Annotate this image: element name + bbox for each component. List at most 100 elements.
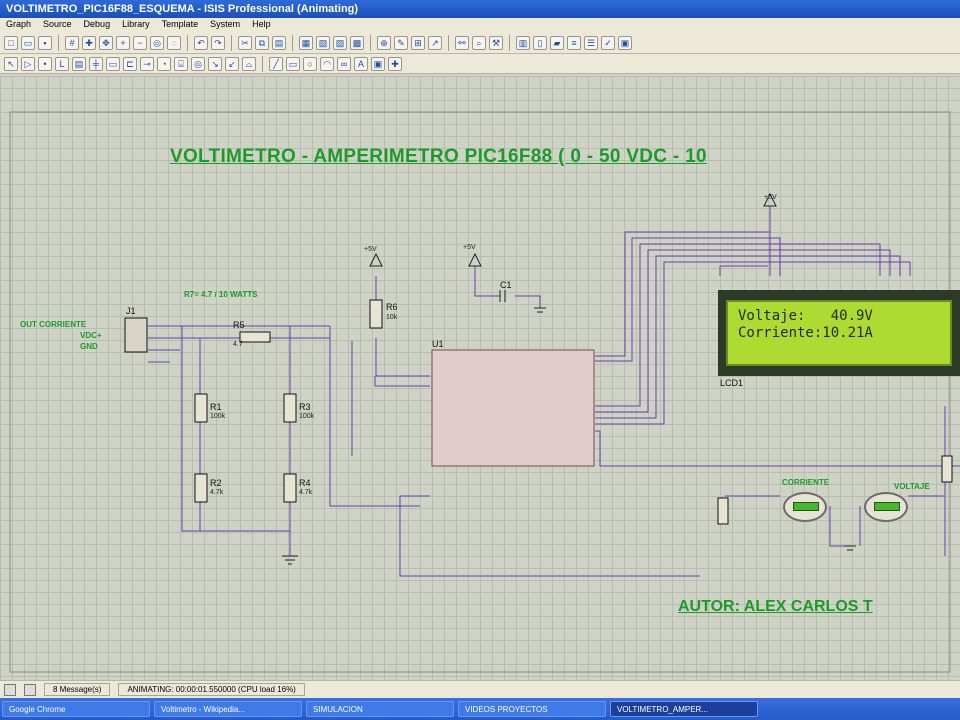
search-icon[interactable]: ⌕ <box>472 35 486 50</box>
generator-mode-icon[interactable]: ◎ <box>191 56 205 71</box>
grid-icon[interactable]: # <box>65 35 79 50</box>
toolbar-separator <box>58 34 59 51</box>
out-current-label: OUT CORRIENTE <box>20 320 87 329</box>
design-explorer-icon[interactable]: ▥ <box>516 35 530 50</box>
vplus-c1: +5V <box>463 244 476 251</box>
packaging-icon[interactable]: ⊞ <box>411 35 425 50</box>
message-count[interactable]: 8 Message(s) <box>44 683 111 696</box>
task-isis[interactable]: VOLTIMETRO_AMPER... <box>610 701 758 717</box>
pick-device-icon[interactable]: ⊕ <box>377 35 391 50</box>
redo-icon[interactable]: ↷ <box>211 35 225 50</box>
stop-button[interactable] <box>24 683 36 696</box>
j1-ref: J1 <box>126 306 136 316</box>
task-chrome[interactable]: Google Chrome <box>2 701 150 717</box>
symbol-mode-icon[interactable]: ▣ <box>371 56 385 71</box>
menu-help[interactable]: Help <box>252 19 271 31</box>
menu-debug[interactable]: Debug <box>84 19 111 31</box>
menu-library[interactable]: Library <box>122 19 150 31</box>
voltmeter[interactable] <box>864 492 908 522</box>
block-copy-icon[interactable]: ▦ <box>299 35 313 50</box>
task-wikipedia[interactable]: Voltimetro - Wikipedia... <box>154 701 302 717</box>
menu-graph[interactable]: Graph <box>6 19 31 31</box>
box-mode-icon[interactable]: ▭ <box>286 56 300 71</box>
property-tool-icon[interactable]: ⚒ <box>489 35 503 50</box>
lcd-ref: LCD1 <box>720 378 744 388</box>
menu-bar: Graph Source Debug Library Template Syst… <box>0 18 960 32</box>
tape-recorder-icon[interactable]: ⌸ <box>174 56 188 71</box>
pan-icon[interactable]: ✥ <box>99 35 113 50</box>
current-probe-icon[interactable]: ↙ <box>225 56 239 71</box>
origin-icon[interactable]: ✚ <box>82 35 96 50</box>
pin-mode-icon[interactable]: ⊸ <box>140 56 154 71</box>
component-mode-icon[interactable]: ▷ <box>21 56 35 71</box>
r6-ref: R6 <box>386 302 398 312</box>
bus-mode-icon[interactable]: ╪ <box>89 56 103 71</box>
task-simulacion[interactable]: SIMULACION <box>306 701 454 717</box>
u1-ref: U1 <box>432 339 444 349</box>
menu-template[interactable]: Template <box>162 19 199 31</box>
text-script-mode-icon[interactable]: ▤ <box>72 56 86 71</box>
circle-mode-icon[interactable]: ○ <box>303 56 317 71</box>
meter-voltage-label: VOLTAJE <box>894 482 930 491</box>
terminals-mode-icon[interactable]: ⊏ <box>123 56 137 71</box>
zoom-all-icon[interactable]: ◎ <box>150 35 164 50</box>
task-videos[interactable]: VIDEOS PROYECTOS <box>458 701 606 717</box>
toolbar-separator <box>231 34 232 51</box>
play-button[interactable] <box>4 683 16 696</box>
vplus-lcd: +5V <box>764 194 777 201</box>
subcircuit-mode-icon[interactable]: ▭ <box>106 56 120 71</box>
path-mode-icon[interactable]: ∞ <box>337 56 351 71</box>
zoom-out-icon[interactable]: − <box>133 35 147 50</box>
undo-icon[interactable]: ↶ <box>194 35 208 50</box>
block-move-icon[interactable]: ▧ <box>316 35 330 50</box>
block-rotate-icon[interactable]: ▨ <box>333 35 347 50</box>
status-bar: 8 Message(s) ANIMATING: 00:00:01.550000 … <box>0 680 960 698</box>
marker-mode-icon[interactable]: ✚ <box>388 56 402 71</box>
text-mode-icon[interactable]: A <box>354 56 368 71</box>
graph-mode-icon[interactable]: ◔ <box>157 56 171 71</box>
shunt-note: R7= 4.7 / 10 WATTS <box>184 290 258 299</box>
wire-label-mode-icon[interactable]: L <box>55 56 69 71</box>
netlist-icon[interactable]: ≡ <box>567 35 581 50</box>
meter-current-label: CORRIENTE <box>782 478 830 487</box>
schematic-canvas[interactable]: VOLTIMETRO - AMPERIMETRO PIC16F88 ( 0 - … <box>0 76 960 680</box>
line-mode-icon[interactable]: ╱ <box>269 56 283 71</box>
r5-ref: R5 <box>233 320 245 330</box>
mode-toolbar: ↖ ▷ • L ▤ ╪ ▭ ⊏ ⊸ ◔ ⌸ ◎ ↘ ↙ ⌓ ╱ ▭ ○ ◠ ∞ … <box>0 54 960 74</box>
r1-ref: R1 <box>210 402 222 412</box>
lcd-line-2: Corriente:10.21A <box>738 325 873 341</box>
r3-ref: R3 <box>299 402 311 412</box>
gnd-label: GND <box>80 342 98 351</box>
paste-icon[interactable]: ▤ <box>272 35 286 50</box>
zoom-in-icon[interactable]: + <box>116 35 130 50</box>
cut-icon[interactable]: ✂ <box>238 35 252 50</box>
arc-mode-icon[interactable]: ◠ <box>320 56 334 71</box>
decompose-icon[interactable]: ↗ <box>428 35 442 50</box>
schematic-author: AUTOR: ALEX CARLOS T <box>678 598 873 615</box>
main-toolbar: □ ▭ ▪ # ✚ ✥ + − ◎ ◌ ↶ ↷ ✂ ⧉ ▤ ▦ ▧ ▨ ▩ ⊕ … <box>0 32 960 54</box>
voltage-probe-icon[interactable]: ↘ <box>208 56 222 71</box>
menu-system[interactable]: System <box>210 19 240 31</box>
virtual-instruments-icon[interactable]: ⌓ <box>242 56 256 71</box>
open-icon[interactable]: ▭ <box>21 35 35 50</box>
zoom-area-icon[interactable]: ◌ <box>167 35 181 50</box>
bill-of-materials-icon[interactable]: ☰ <box>584 35 598 50</box>
selection-mode-icon[interactable]: ↖ <box>4 56 18 71</box>
block-delete-icon[interactable]: ▩ <box>350 35 364 50</box>
netlist-to-ares-icon[interactable]: ▣ <box>618 35 632 50</box>
new-icon[interactable]: □ <box>4 35 18 50</box>
c1-ref: C1 <box>500 280 512 290</box>
copy-icon[interactable]: ⧉ <box>255 35 269 50</box>
menu-source[interactable]: Source <box>43 19 72 31</box>
make-device-icon[interactable]: ✎ <box>394 35 408 50</box>
remove-sheet-icon[interactable]: ▰ <box>550 35 564 50</box>
wire-autorouter-icon[interactable]: ⚯ <box>455 35 469 50</box>
r4-ref: R4 <box>299 478 311 488</box>
junction-mode-icon[interactable]: • <box>38 56 52 71</box>
toolbar-separator <box>262 55 263 72</box>
r2-value: 4.7k <box>210 489 224 496</box>
new-sheet-icon[interactable]: ▯ <box>533 35 547 50</box>
erc-icon[interactable]: ✓ <box>601 35 615 50</box>
save-icon[interactable]: ▪ <box>38 35 52 50</box>
ammeter[interactable] <box>783 492 827 522</box>
